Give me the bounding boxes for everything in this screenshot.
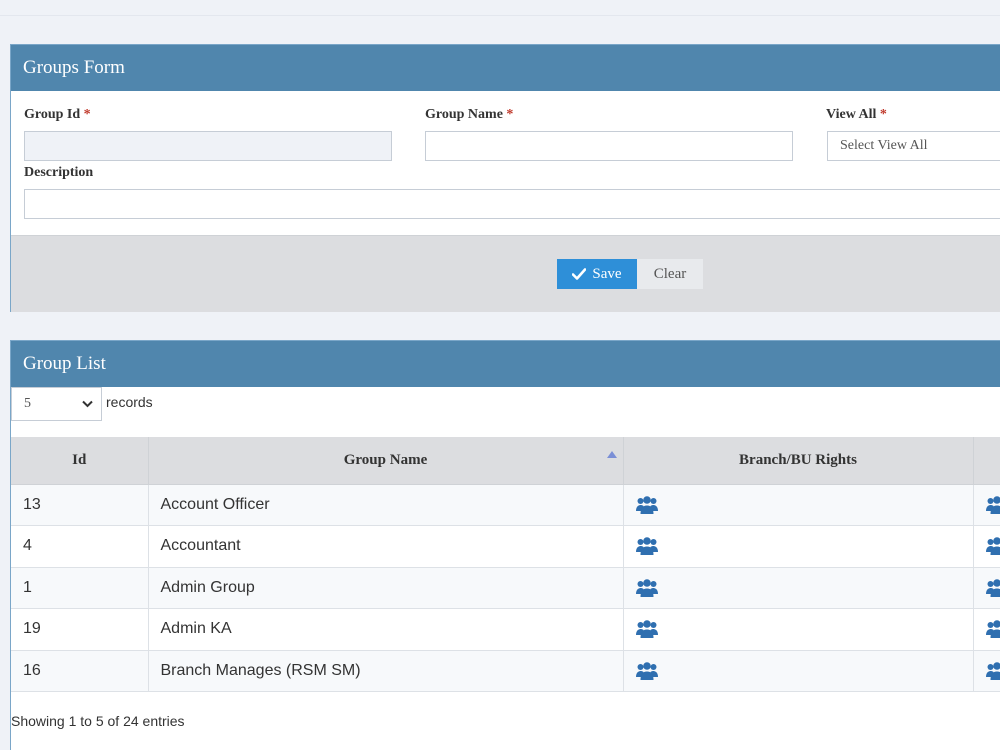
save-button[interactable]: Save [557, 259, 637, 289]
column-header-extra[interactable] [973, 437, 1000, 485]
cell-id: 19 [11, 608, 149, 651]
cell-extra-rights [973, 567, 1000, 609]
users-icon[interactable] [635, 578, 658, 598]
pagination-info: Showing 1 to 5 of 24 entries [11, 713, 185, 729]
group-name-label: Group Name * [425, 107, 514, 122]
users-icon[interactable] [635, 495, 658, 515]
users-icon[interactable] [985, 536, 1000, 556]
cell-group-name: Account Officer [148, 484, 624, 526]
cell-id: 1 [11, 567, 149, 609]
users-icon[interactable] [635, 619, 658, 639]
table-row: 13 Account Officer [11, 484, 1000, 526]
top-bar [0, 0, 1000, 16]
group-list-panel: Group List 5 records Id Group Name Branc… [10, 340, 1000, 750]
view-all-label: View All * [826, 107, 887, 122]
column-header-id[interactable]: Id [11, 437, 149, 485]
records-label: records [106, 394, 153, 410]
table-row: 16 Branch Manages (RSM SM) [11, 650, 1000, 692]
description-label: Description [24, 165, 94, 180]
group-table: Id Group Name Branch/BU Rights 13 Accoun… [11, 437, 1000, 692]
group-id-label: Group Id * [24, 107, 91, 122]
cell-branch-rights [623, 525, 974, 568]
cell-branch-rights [623, 650, 974, 692]
table-row: 19 Admin KA [11, 608, 1000, 651]
column-header-branch-rights[interactable]: Branch/BU Rights [623, 437, 974, 485]
cell-group-name: Admin Group [148, 567, 624, 609]
users-icon[interactable] [635, 661, 658, 681]
cell-branch-rights [623, 567, 974, 609]
description-input[interactable] [24, 189, 1000, 219]
page-size-select[interactable]: 5 [11, 387, 102, 421]
table-row: 1 Admin Group [11, 567, 1000, 609]
users-icon[interactable] [985, 578, 1000, 598]
cell-group-name: Accountant [148, 525, 624, 568]
groups-form-title: Groups Form [11, 45, 1000, 91]
users-icon[interactable] [985, 495, 1000, 515]
cell-branch-rights [623, 484, 974, 526]
cell-id: 13 [11, 484, 149, 526]
form-footer: Save Clear [11, 235, 1000, 312]
clear-button[interactable]: Clear [637, 259, 703, 289]
table-row: 4 Accountant [11, 525, 1000, 568]
sort-asc-icon [606, 451, 617, 458]
users-icon[interactable] [985, 619, 1000, 639]
chevron-down-icon [82, 400, 93, 408]
column-header-group-name[interactable]: Group Name [148, 437, 624, 485]
cell-extra-rights [973, 525, 1000, 568]
cell-group-name: Admin KA [148, 608, 624, 651]
group-name-input[interactable] [425, 131, 793, 161]
view-all-select[interactable]: Select View All [827, 131, 1000, 161]
cell-extra-rights [973, 650, 1000, 692]
group-list-title: Group List [11, 341, 1000, 387]
users-icon[interactable] [985, 661, 1000, 681]
users-icon[interactable] [635, 536, 658, 556]
cell-id: 16 [11, 650, 149, 692]
cell-branch-rights [623, 608, 974, 651]
cell-extra-rights [973, 608, 1000, 651]
group-id-input[interactable] [24, 131, 392, 161]
cell-extra-rights [973, 484, 1000, 526]
table-header-row: Id Group Name Branch/BU Rights [11, 437, 1000, 485]
groups-form-panel: Groups Form Group Id * Group Name * View… [10, 44, 1000, 312]
cell-id: 4 [11, 525, 149, 568]
check-icon [572, 268, 587, 280]
cell-group-name: Branch Manages (RSM SM) [148, 650, 624, 692]
